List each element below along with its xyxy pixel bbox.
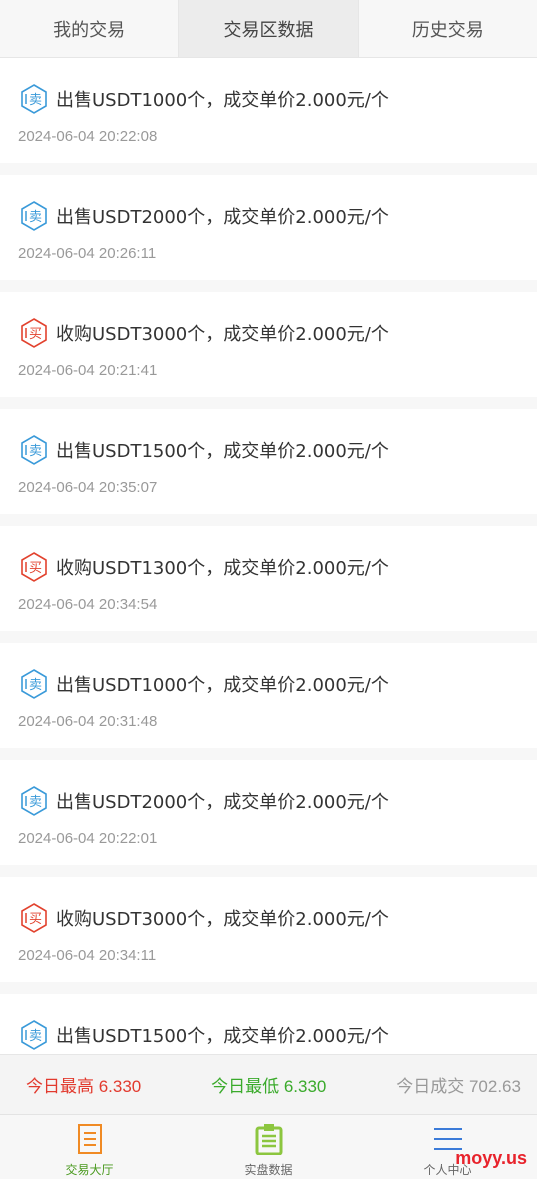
list-item[interactable]: 卖出售USDT1000个，成交单价2.000元/个 2024-06-04 20:2… xyxy=(0,58,537,175)
trade-row: 卖出售USDT1500个，成交单价2.000元/个 xyxy=(18,1018,519,1052)
trade-title: 出售USDT2000个，成交单价2.000元/个 xyxy=(56,207,389,228)
tab-0[interactable]: 我的交易 xyxy=(0,0,178,57)
trade-title: 出售USDT1000个，成交单价2.000元/个 xyxy=(56,675,389,696)
trade-row: 买收购USDT3000个，成交单价2.000元/个 xyxy=(18,316,519,350)
trade-title: 收购USDT3000个，成交单价2.000元/个 xyxy=(56,324,389,345)
badge-label: 买 xyxy=(29,912,42,927)
list-item[interactable]: 买收购USDT1300个，成交单价2.000元/个 2024-06-04 20:3… xyxy=(0,526,537,643)
stat-low: 今日最低 6.330 xyxy=(211,1077,327,1096)
badge-label: 卖 xyxy=(29,210,42,225)
stat-volume: 今日成交 702.63 xyxy=(396,1077,521,1096)
trade-row: 买收购USDT1300个，成交单价2.000元/个 xyxy=(18,550,519,584)
trade-list: 卖出售USDT1000个，成交单价2.000元/个 2024-06-04 20:2… xyxy=(0,58,537,1054)
list-item[interactable]: 卖出售USDT2000个，成交单价2.000元/个 2024-06-04 20:2… xyxy=(0,175,537,292)
trade-time: 2024-06-04 20:21:41 xyxy=(18,362,158,379)
badge-label: 卖 xyxy=(29,795,42,810)
sell-badge-icon: 卖 xyxy=(21,669,47,699)
trade-row: 卖出售USDT1500个，成交单价2.000元/个 xyxy=(18,433,519,467)
trade-time: 2024-06-04 20:35:07 xyxy=(18,479,158,496)
bottom-nav: 交易大厅 实盘数据 个人中心 xyxy=(0,1114,537,1179)
daily-stats-bar: 今日最高 6.330 今日最低 6.330 今日成交 702.63 xyxy=(0,1054,537,1114)
trade-time: 2024-06-04 20:31:48 xyxy=(18,713,158,730)
trade-title: 收购USDT1300个，成交单价2.000元/个 xyxy=(56,558,389,579)
trade-time: 2024-06-04 20:22:08 xyxy=(18,128,158,145)
clipboard-icon xyxy=(255,1124,282,1155)
trade-title: 出售USDT1000个，成交单价2.000元/个 xyxy=(56,90,389,111)
trade-row: 买收购USDT3000个，成交单价2.000元/个 xyxy=(18,901,519,935)
badge-label: 卖 xyxy=(29,93,42,108)
sell-badge-icon: 卖 xyxy=(21,201,47,231)
buy-badge-icon: 买 xyxy=(21,552,47,582)
sell-badge-icon: 卖 xyxy=(21,1020,47,1050)
list-item[interactable]: 买收购USDT3000个，成交单价2.000元/个 2024-06-04 20:2… xyxy=(0,292,537,409)
nav-item-trading-hall[interactable]: 交易大厅 xyxy=(0,1115,179,1179)
list-item[interactable]: 买收购USDT3000个，成交单价2.000元/个 2024-06-04 20:3… xyxy=(0,877,537,994)
trade-row: 卖出售USDT1000个，成交单价2.000元/个 xyxy=(18,82,519,116)
list-item[interactable]: 卖出售USDT1500个，成交单价2.000元/个 xyxy=(0,994,537,1054)
nav-item-live-data[interactable]: 实盘数据 xyxy=(179,1115,358,1179)
trade-time: 2024-06-04 20:34:54 xyxy=(18,596,158,613)
buy-badge-icon: 买 xyxy=(21,903,47,933)
badge-label: 买 xyxy=(29,561,42,576)
trade-title: 出售USDT2000个，成交单价2.000元/个 xyxy=(56,792,389,813)
trade-title: 收购USDT3000个，成交单价2.000元/个 xyxy=(56,909,389,930)
tab-2[interactable]: 历史交易 xyxy=(357,0,537,57)
trade-row: 卖出售USDT1000个，成交单价2.000元/个 xyxy=(18,667,519,701)
trade-time: 2024-06-04 20:22:01 xyxy=(18,830,158,847)
list-item[interactable]: 卖出售USDT1500个，成交单价2.000元/个 2024-06-04 20:3… xyxy=(0,409,537,526)
trade-time: 2024-06-04 20:34:11 xyxy=(18,947,157,964)
buy-badge-icon: 买 xyxy=(21,318,47,348)
nav-label-trading-hall: 交易大厅 xyxy=(65,1163,114,1177)
watermark: moyy.us xyxy=(455,1148,527,1168)
trade-row: 卖出售USDT2000个，成交单价2.000元/个 xyxy=(18,199,519,233)
trade-title: 出售USDT1500个，成交单价2.000元/个 xyxy=(56,441,389,462)
trade-time: 2024-06-04 20:26:11 xyxy=(18,245,157,262)
stat-high: 今日最高 6.330 xyxy=(26,1077,142,1096)
list-item[interactable]: 卖出售USDT1000个，成交单价2.000元/个 2024-06-04 20:3… xyxy=(0,643,537,760)
badge-label: 卖 xyxy=(29,678,42,693)
badge-label: 买 xyxy=(29,327,42,342)
list-item[interactable]: 卖出售USDT2000个，成交单价2.000元/个 2024-06-04 20:2… xyxy=(0,760,537,877)
tab-1[interactable]: 交易区数据 xyxy=(178,0,358,57)
trade-title: 出售USDT1500个，成交单价2.000元/个 xyxy=(56,1026,389,1047)
tab-bar: 我的交易 交易区数据 历史交易 xyxy=(0,0,537,58)
sell-badge-icon: 卖 xyxy=(21,84,47,114)
badge-label: 卖 xyxy=(29,1029,42,1044)
nav-item-profile[interactable]: 个人中心 xyxy=(358,1115,537,1179)
nav-label-live-data: 实盘数据 xyxy=(244,1163,293,1177)
badge-label: 卖 xyxy=(29,444,42,459)
sell-badge-icon: 卖 xyxy=(21,786,47,816)
document-icon xyxy=(77,1124,102,1154)
trade-row: 卖出售USDT2000个，成交单价2.000元/个 xyxy=(18,784,519,818)
sell-badge-icon: 卖 xyxy=(21,435,47,465)
